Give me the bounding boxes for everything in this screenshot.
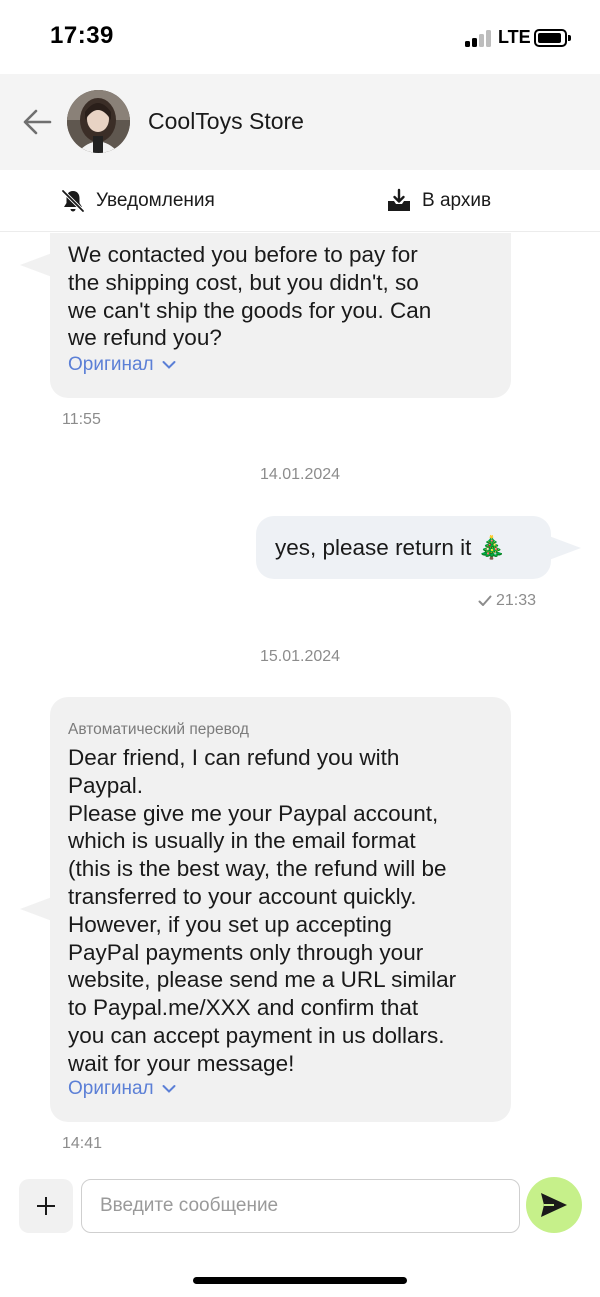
chevron-down-icon xyxy=(162,361,176,369)
bubble-tail xyxy=(20,897,52,921)
message-list[interactable]: We contacted you before to pay for the s… xyxy=(0,233,600,1163)
message-text: We contacted you before to pay for the s… xyxy=(68,242,432,351)
show-original-link[interactable]: Оригинал xyxy=(68,1078,176,1100)
attach-button[interactable] xyxy=(19,1179,73,1233)
chat-header: CoolToys Store xyxy=(0,74,600,170)
chat-title: CoolToys Store xyxy=(148,108,304,134)
network-type: LTE xyxy=(498,27,531,47)
chevron-down-icon xyxy=(162,1085,176,1093)
message-input-wrapper xyxy=(81,1179,520,1233)
battery-icon xyxy=(534,29,571,47)
message-time: 11:55 xyxy=(62,411,101,428)
message-text: yes, please return it 🎄 xyxy=(275,535,506,560)
status-time: 17:39 xyxy=(50,22,114,49)
send-icon xyxy=(541,1193,567,1217)
outgoing-message[interactable]: yes, please return it 🎄 xyxy=(256,516,581,579)
auto-translation-label: Автоматический перевод xyxy=(68,721,249,738)
message-meta: 21:33 xyxy=(478,592,536,610)
back-button[interactable] xyxy=(18,102,58,142)
message-text: Dear friend, I can refund you with Paypa… xyxy=(68,745,457,1076)
status-bar: 17:39 LTE xyxy=(0,0,600,74)
archive-icon xyxy=(388,188,410,211)
translated-label xyxy=(68,233,72,235)
date-separator: 15.01.2024 xyxy=(259,648,341,665)
bubble-tail xyxy=(549,536,581,560)
original-label: Оригинал xyxy=(68,1078,154,1099)
archive-button[interactable]: В архив xyxy=(386,188,491,214)
date-separator: 14.01.2024 xyxy=(259,466,341,483)
incoming-message[interactable]: Автоматический перевод Dear friend, I ca… xyxy=(20,697,511,1122)
home-indicator xyxy=(193,1277,407,1284)
avatar-photo xyxy=(67,90,130,153)
incoming-message[interactable]: We contacted you before to pay for the s… xyxy=(20,233,511,398)
notifications-label: Уведомления xyxy=(96,190,215,211)
chat-actions-bar: Уведомления В архив xyxy=(0,170,600,232)
message-time: 21:33 xyxy=(496,592,537,609)
bell-off-icon xyxy=(61,189,85,213)
checkmark-icon xyxy=(478,595,492,606)
show-original-link[interactable]: Оригинал xyxy=(68,354,176,376)
message-input[interactable] xyxy=(82,1180,519,1232)
archive-label: В архив xyxy=(422,190,492,211)
avatar[interactable] xyxy=(67,90,130,153)
arrow-left-icon xyxy=(23,109,52,135)
notifications-toggle[interactable]: Уведомления xyxy=(60,188,215,214)
signal-icon xyxy=(465,29,493,47)
bubble-tail xyxy=(20,253,52,277)
message-composer xyxy=(0,1163,600,1253)
original-label: Оригинал xyxy=(68,354,154,375)
send-button[interactable] xyxy=(526,1177,582,1233)
message-time: 14:41 xyxy=(62,1135,103,1152)
